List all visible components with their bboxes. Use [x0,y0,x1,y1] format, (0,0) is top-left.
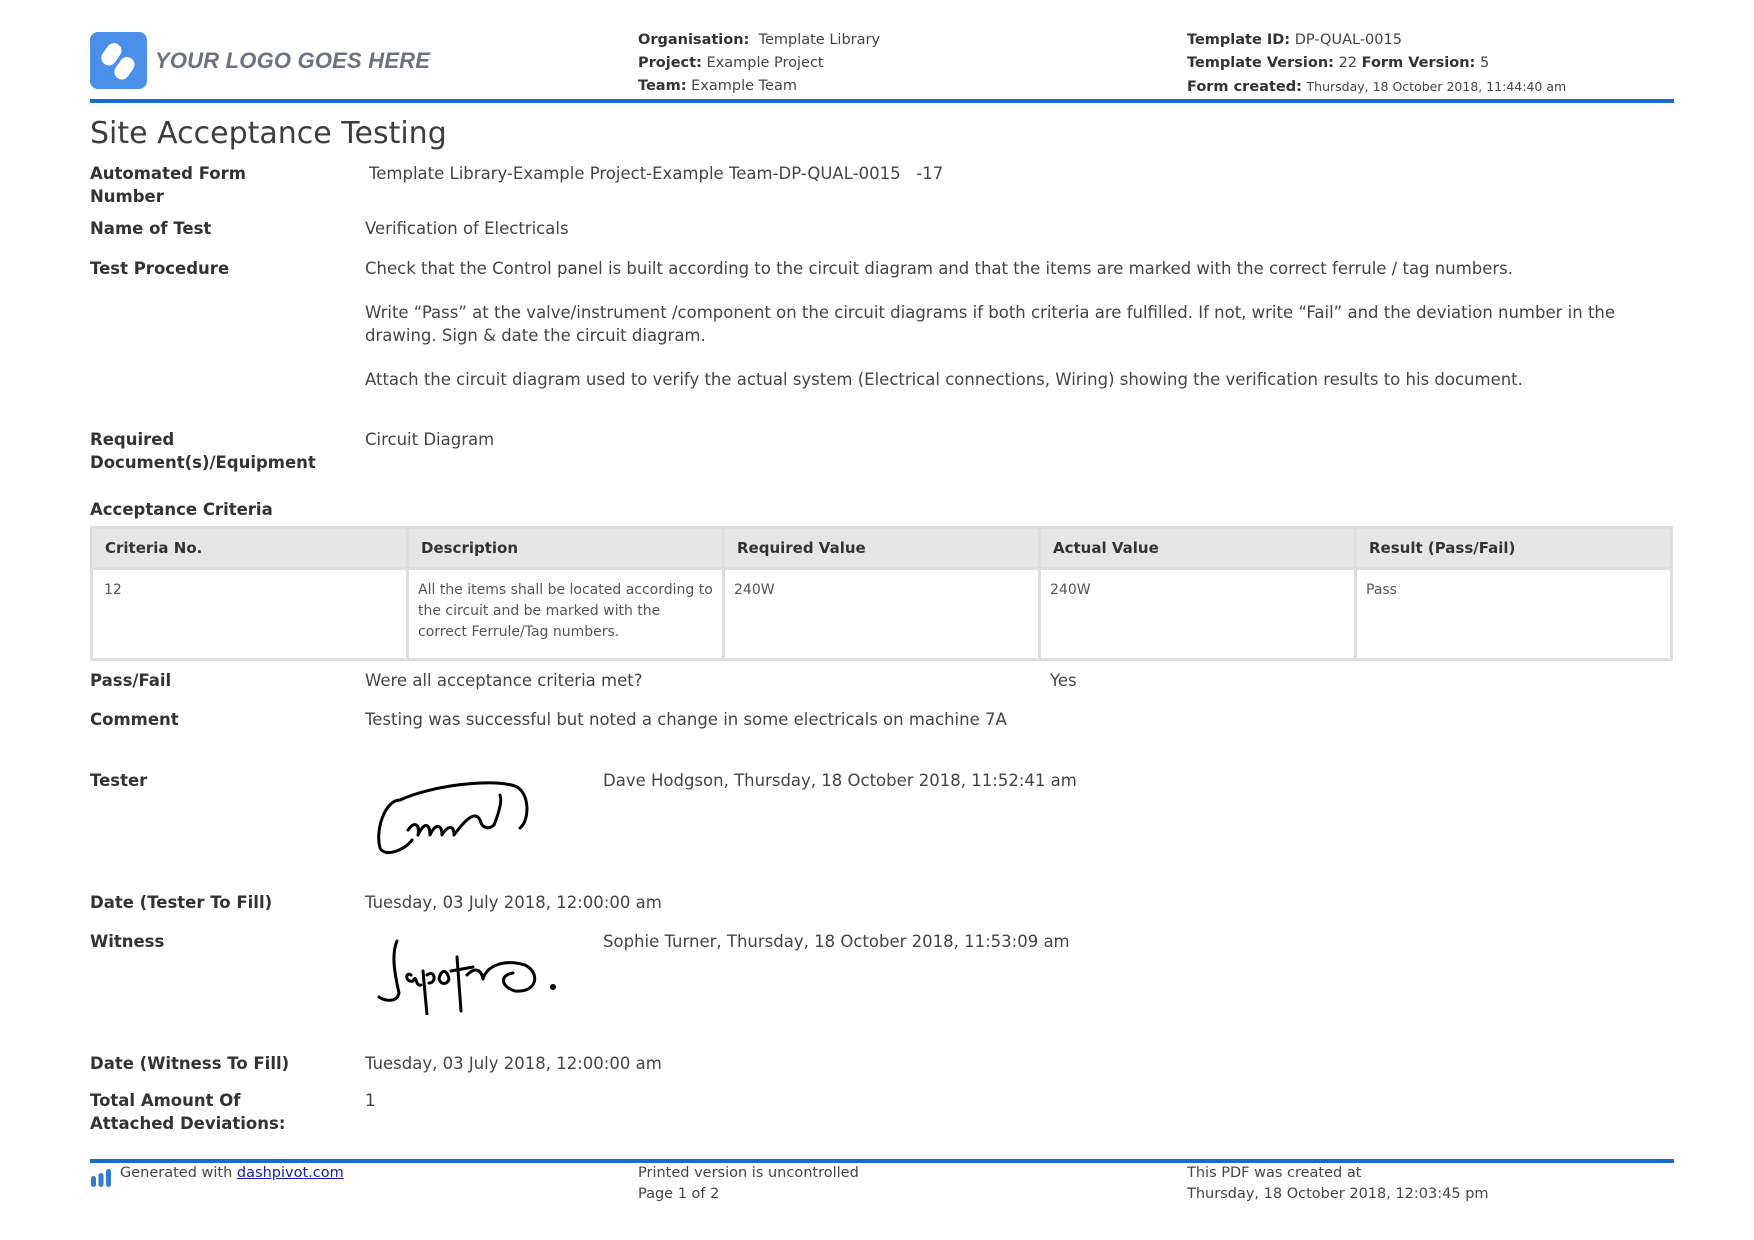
tester-label: Tester [90,771,148,790]
column-header-criteria-no: Criteria No. [90,526,409,570]
date-witness-value: Tuesday, 03 July 2018, 12:00:00 am [365,1054,662,1073]
organisation-line: Organisation: Template Library [638,29,880,52]
cell-criteria-no: 12 [90,567,409,661]
pass-fail-label: Pass/Fail [90,671,172,690]
logo-icon [90,32,147,89]
project-line: Project: Example Project [638,52,824,75]
acceptance-criteria-table: Criteria No. Description Required Value … [90,526,1673,661]
deviations-label: Total Amount Of Attached Deviations: [90,1091,286,1133]
template-version-label: Template Version: [1187,55,1334,71]
form-version-label: Form Version: [1361,55,1476,71]
version-line: Template Version: 22 Form Version: 5 [1187,52,1489,75]
witness-signature-icon [375,935,565,1019]
pdf-created-label: This PDF was created at [1187,1165,1362,1181]
date-tester-value: Tuesday, 03 July 2018, 12:00:00 am [365,893,662,912]
name-of-test-label: Name of Test [90,219,212,238]
test-procedure-paragraph-2: Write “Pass” at the valve/instrument /co… [365,303,1616,345]
witness-value: Sophie Turner, Thursday, 18 October 2018… [603,932,1070,951]
form-created-value: Thursday, 18 October 2018, 11:44:40 am [1306,79,1567,94]
header-divider [90,99,1674,103]
required-docs-value: Circuit Diagram [365,430,495,449]
cell-description: All the items shall be located according… [406,567,725,661]
table-header-row: Criteria No. Description Required Value … [90,526,1673,570]
team-line: Team: Example Team [638,75,797,98]
form-created-line: Form created: Thursday, 18 October 2018,… [1187,75,1566,99]
organisation-label: Organisation: [638,32,750,48]
form-number-label: Automated Form Number [90,164,246,206]
cell-required-value: 240W [722,567,1041,661]
generated-prefix: Generated with [120,1165,233,1181]
deviations-value: 1 [365,1091,376,1110]
project-label: Project: [638,55,702,71]
name-of-test-value: Verification of Electricals [365,219,569,238]
page-title: Site Acceptance Testing [90,116,447,151]
table-row: 12 All the items shall be located accord… [90,567,1673,661]
dashpivot-icon [90,1168,114,1192]
team-label: Team: [638,78,687,94]
team-value: Example Team [691,78,797,94]
logo-text: YOUR LOGO GOES HERE [155,48,431,73]
cell-result: Pass [1354,567,1673,661]
column-header-actual-value: Actual Value [1038,526,1357,570]
tester-signature-icon [370,780,550,864]
form-number-value: Template Library-Example Project-Example… [369,164,944,183]
date-witness-label: Date (Witness To Fill) [90,1054,290,1073]
dashpivot-link[interactable]: dashpivot.com [237,1165,344,1181]
template-id-value: DP-QUAL-0015 [1294,32,1402,48]
uncontrolled-notice: Printed version is uncontrolled [638,1165,859,1181]
witness-label: Witness [90,932,165,951]
column-header-required-value: Required Value [722,526,1041,570]
template-id-line: Template ID: DP-QUAL-0015 [1187,29,1402,52]
page-number: Page 1 of 2 [638,1186,720,1202]
test-procedure-paragraph-3: Attach the circuit diagram used to verif… [365,370,1523,389]
date-tester-label: Date (Tester To Fill) [90,893,273,912]
column-header-result: Result (Pass/Fail) [1354,526,1673,570]
template-version-value: 22 [1338,55,1358,71]
tester-value: Dave Hodgson, Thursday, 18 October 2018,… [603,771,1077,790]
pdf-created-value: Thursday, 18 October 2018, 12:03:45 pm [1187,1186,1489,1202]
generated-with: Generated with dashpivot.com [120,1163,344,1184]
pass-fail-question: Were all acceptance criteria met? [365,671,643,690]
comment-label: Comment [90,710,179,729]
acceptance-criteria-heading: Acceptance Criteria [90,500,273,519]
required-docs-label: Required Document(s)/Equipment [90,430,316,472]
column-header-description: Description [406,526,725,570]
comment-value: Testing was successful but noted a chang… [365,710,1007,729]
cell-actual-value: 240W [1038,567,1357,661]
test-procedure-label: Test Procedure [90,259,230,278]
template-id-label: Template ID: [1187,32,1291,48]
form-created-label: Form created: [1187,79,1302,95]
test-procedure-paragraph-1: Check that the Control panel is built ac… [365,259,1514,278]
form-version-value: 5 [1479,55,1490,71]
pass-fail-value: Yes [1050,671,1077,690]
organisation-value: Template Library [758,32,881,48]
project-value: Example Project [706,55,824,71]
